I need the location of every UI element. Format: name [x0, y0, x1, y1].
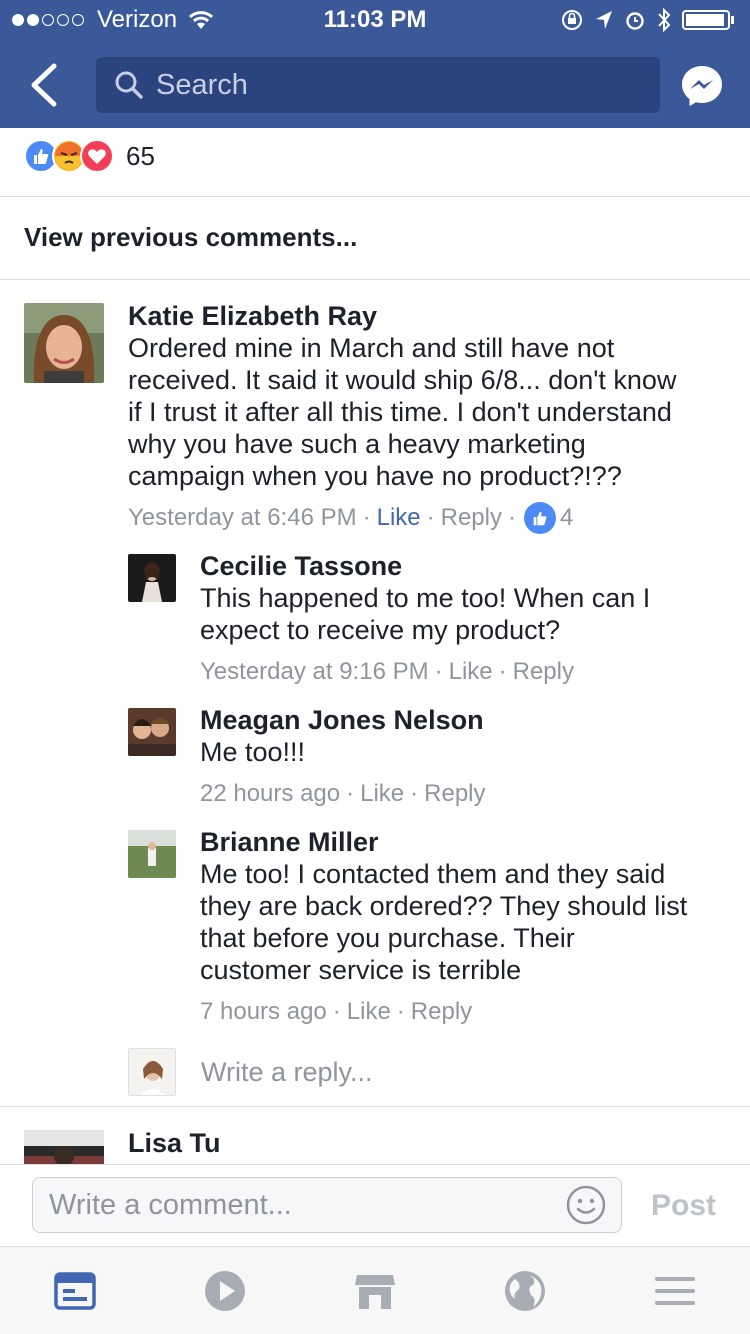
location-icon [596, 11, 612, 29]
reply-line: customer service is terrible [200, 955, 522, 985]
reply-avatar-wrap [128, 708, 176, 756]
bottom-tab-bar [0, 1246, 750, 1334]
comment-line: campaign when you have no product?!?? [128, 461, 622, 491]
battery-icon [682, 10, 734, 30]
separator-dot: · [410, 780, 419, 807]
comment-content: Katie Elizabeth Ray Ordered mine in Marc… [128, 300, 738, 534]
messenger-icon [682, 66, 722, 106]
avatar[interactable] [24, 303, 104, 383]
divider [0, 1106, 750, 1107]
search-icon [115, 71, 143, 99]
separator-dot: · [507, 504, 516, 531]
reply-line: This happened to me too! When can I [200, 583, 651, 613]
reply-content: Brianne Miller Me too! I contacted them … [200, 826, 740, 1028]
like-count: 4 [559, 504, 574, 531]
like-link[interactable]: Like [360, 778, 404, 810]
status-bar: Verizon 11:03 PM [0, 0, 750, 40]
top-header: Verizon 11:03 PM Search [0, 0, 750, 128]
reply-content: Meagan Jones Nelson Me too!!! 22 hours a… [200, 704, 740, 810]
reply-timestamp: 7 hours ago [200, 998, 327, 1025]
separator-dot: · [498, 658, 507, 685]
search-placeholder: Search [156, 68, 248, 101]
separator-dot: · [396, 998, 405, 1025]
avatar [128, 1048, 176, 1096]
back-button[interactable] [24, 62, 64, 108]
separator-dot: · [346, 780, 355, 807]
view-previous-comments-link[interactable]: View previous comments... [24, 222, 357, 253]
comment-timestamp: Yesterday at 6:46 PM [128, 504, 357, 531]
reply-avatar-wrap [128, 554, 176, 602]
comment-line: if I trust it after all this time. I don… [128, 397, 672, 427]
reply-line: expect to receive my product? [200, 615, 561, 645]
globe-tab-icon[interactable] [503, 1269, 547, 1313]
chevron-left-icon [31, 63, 57, 107]
comment-composer: Write a comment... Post [0, 1164, 750, 1246]
messenger-button[interactable] [680, 64, 724, 108]
marketplace-tab-icon[interactable] [353, 1269, 397, 1313]
reply-link[interactable]: Reply [441, 502, 502, 534]
comment-author[interactable]: Lisa Tu [128, 1127, 221, 1159]
divider [0, 196, 750, 197]
comment-text: Ordered mine in March and still have not… [128, 332, 738, 492]
comment-line: why you have such a heavy marketing [128, 429, 586, 459]
status-bar-right [550, 7, 736, 33]
reply-avatar-wrap [128, 830, 176, 878]
write-reply-field[interactable]: Write a reply... [128, 1048, 373, 1096]
reply-line: Me too!!! [200, 737, 306, 767]
like-link[interactable]: Like [449, 656, 493, 688]
write-reply-placeholder: Write a reply... [201, 1056, 373, 1087]
separator-dot: · [332, 998, 341, 1025]
rotation-lock-icon [562, 10, 582, 30]
like-link[interactable]: Like [377, 502, 421, 534]
like-link[interactable]: Like [347, 996, 391, 1028]
separator-dot: · [362, 504, 371, 531]
reply-link[interactable]: Reply [411, 996, 472, 1028]
reply-line: Me too! I contacted them and they said [200, 859, 666, 889]
comment-input-placeholder: Write a comment... [49, 1188, 292, 1221]
emoji-icon[interactable] [565, 1184, 607, 1226]
comment-author[interactable]: Katie Elizabeth Ray [128, 300, 738, 332]
reply-timestamp: Yesterday at 9:16 PM [200, 658, 429, 685]
search-input[interactable]: Search [96, 57, 660, 113]
reply-timestamp: 22 hours ago [200, 780, 341, 807]
news-feed-tab-icon[interactable] [53, 1269, 97, 1313]
reply-meta: Yesterday at 9:16 PM · Like · Reply [200, 656, 740, 688]
comment-line: received. It said it would ship 6/8... d… [128, 365, 677, 395]
avatar[interactable] [128, 708, 176, 756]
avatar[interactable] [128, 554, 176, 602]
separator-dot: · [426, 504, 435, 531]
comment-meta: Yesterday at 6:46 PM · Like · Reply · 4 [128, 502, 738, 534]
comment-item [24, 303, 104, 383]
video-tab-icon[interactable] [203, 1269, 247, 1313]
reply-link[interactable]: Reply [424, 778, 485, 810]
bluetooth-icon [658, 7, 671, 33]
comment-avatar-partial [24, 1130, 104, 1164]
reply-content: Cecilie Tassone This happened to me too!… [200, 550, 740, 688]
reply-text: This happened to me too! When can I expe… [200, 582, 740, 646]
reply-line: that before you purchase. Their [200, 923, 575, 953]
reply-text: Me too!!! [200, 736, 740, 768]
reply-line: they are back ordered?? They should list [200, 891, 688, 921]
reply-author[interactable]: Meagan Jones Nelson [200, 704, 740, 736]
love-reaction-icon [80, 139, 114, 173]
reply-author[interactable]: Cecilie Tassone [200, 550, 740, 582]
reaction-summary[interactable]: 65 [24, 138, 155, 174]
post-button[interactable]: Post [651, 1189, 716, 1223]
alarm-icon [626, 12, 644, 30]
divider [0, 279, 750, 280]
avatar[interactable] [24, 1130, 104, 1164]
separator-dot: · [434, 658, 443, 685]
reply-link[interactable]: Reply [513, 656, 574, 688]
reply-text: Me too! I contacted them and they said t… [200, 858, 740, 986]
comment-input[interactable]: Write a comment... [32, 1177, 622, 1233]
comment-line: Ordered mine in March and still have not [128, 333, 615, 363]
reply-meta: 7 hours ago · Like · Reply [200, 996, 740, 1028]
reaction-count: 65 [126, 140, 155, 171]
reply-author[interactable]: Brianne Miller [200, 826, 740, 858]
avatar[interactable] [128, 830, 176, 878]
reply-meta: 22 hours ago · Like · Reply [200, 778, 740, 810]
like-count-icon [523, 502, 556, 534]
menu-tab-icon[interactable] [653, 1269, 697, 1313]
